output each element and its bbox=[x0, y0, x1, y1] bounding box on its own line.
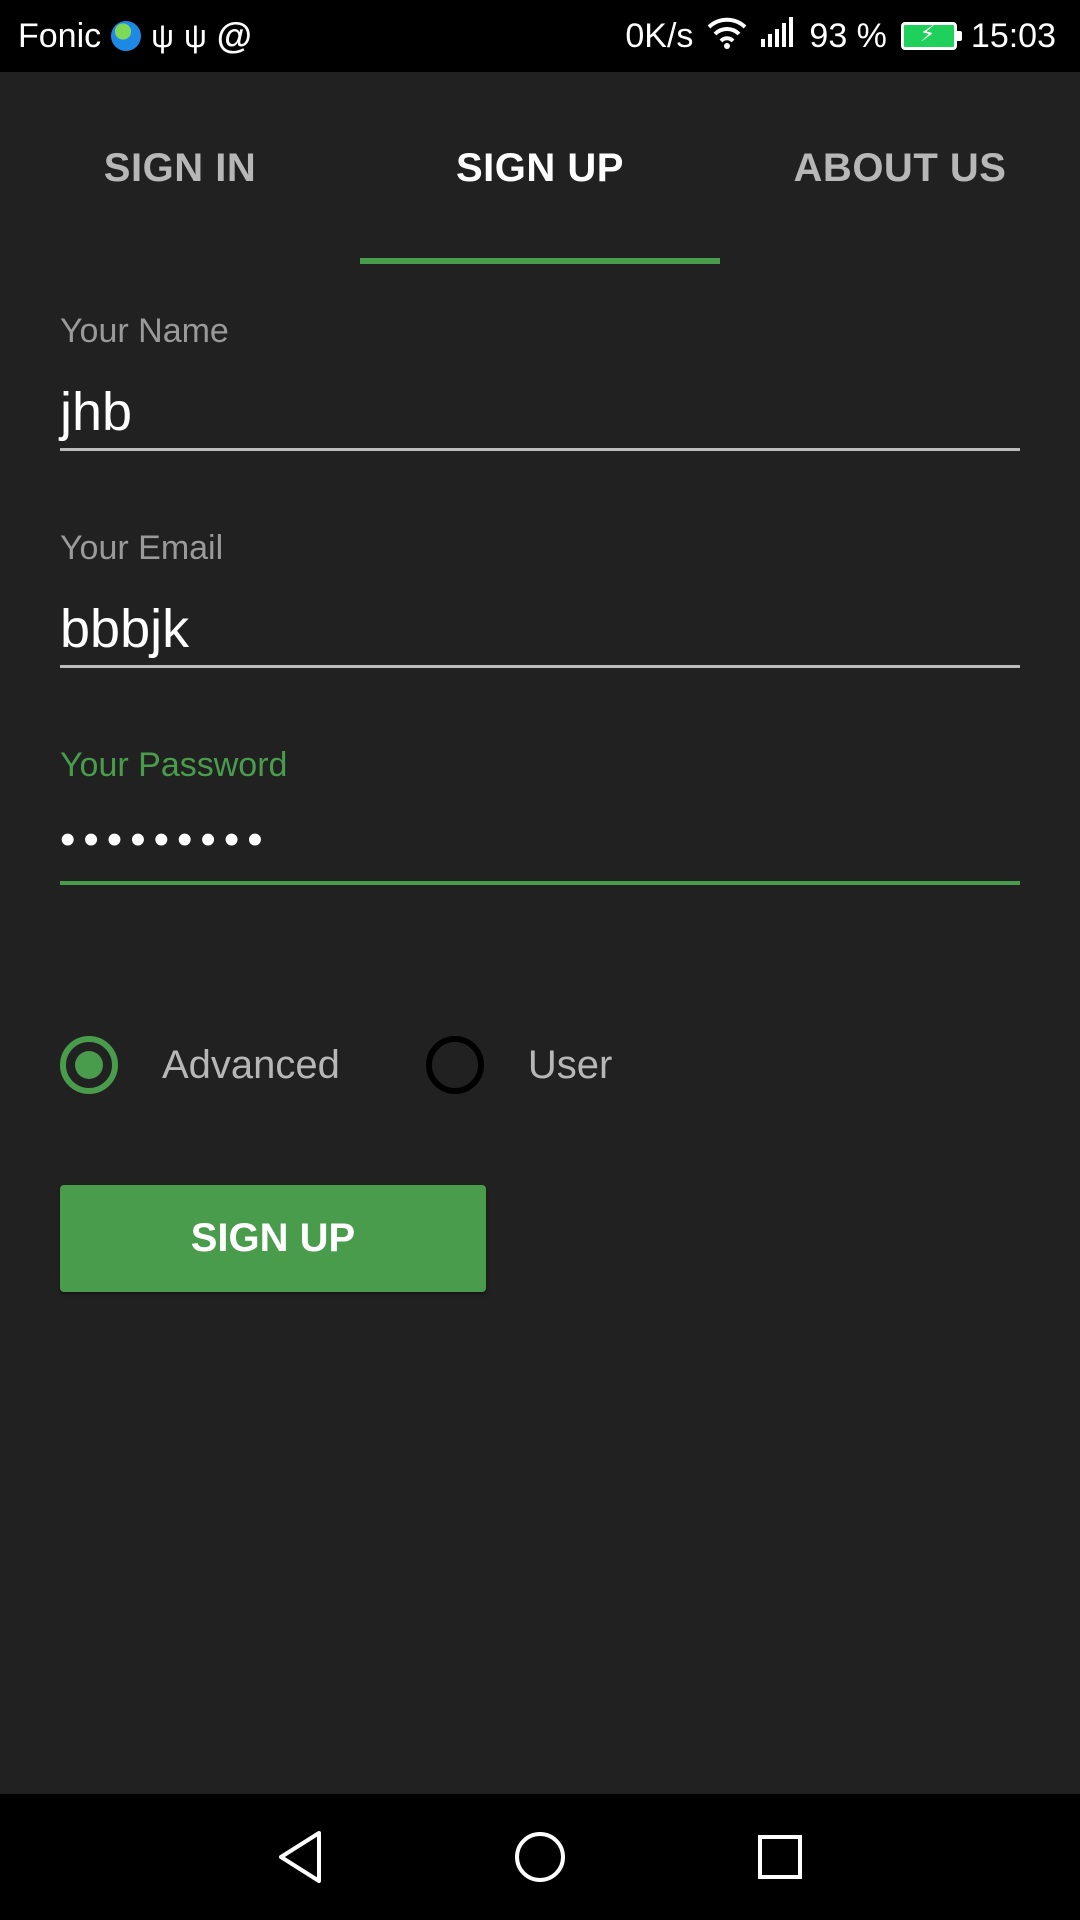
radio-label-user[interactable]: User bbox=[528, 1043, 612, 1088]
status-bar: Fonic ψ ψ @ 0K/s 93 % ⚡ 15:03 bbox=[0, 0, 1080, 72]
radio-checked-icon[interactable] bbox=[60, 1036, 118, 1094]
email-input[interactable]: bbbjk bbox=[60, 568, 1020, 668]
radio-user[interactable]: User bbox=[425, 1036, 612, 1094]
carrier-name: Fonic bbox=[18, 16, 102, 55]
signal-icon bbox=[761, 16, 795, 56]
role-radio-group: Advanced User bbox=[60, 1030, 612, 1100]
name-field: Your Name jhb bbox=[60, 312, 1020, 451]
name-input[interactable]: jhb bbox=[60, 351, 1020, 451]
status-bar-left: Fonic ψ ψ @ bbox=[18, 15, 252, 57]
navigation-bar bbox=[0, 1794, 1080, 1920]
tab-bar: SIGN IN SIGN UP ABOUT US bbox=[0, 72, 1080, 264]
password-label: Your Password bbox=[60, 746, 288, 784]
email-label: Your Email bbox=[60, 529, 224, 567]
radio-unchecked-icon[interactable] bbox=[425, 1036, 484, 1094]
back-icon[interactable] bbox=[270, 1827, 330, 1887]
battery-percent: 93 % bbox=[809, 16, 887, 55]
tab-about-us[interactable]: ABOUT US bbox=[720, 72, 1080, 264]
usb-icon: ψ bbox=[183, 18, 207, 54]
clock: 15:03 bbox=[970, 16, 1056, 55]
screen: Fonic ψ ψ @ 0K/s 93 % ⚡ 15:03 SIGN IN SI… bbox=[0, 0, 1080, 1920]
wifi-icon bbox=[707, 15, 747, 58]
email-field: Your Email bbbjk bbox=[60, 529, 1020, 668]
status-bar-right: 0K/s 93 % ⚡ 15:03 bbox=[625, 15, 1056, 58]
network-speed: 0K/s bbox=[625, 16, 694, 55]
name-label: Your Name bbox=[60, 312, 229, 350]
radio-advanced[interactable]: Advanced bbox=[60, 1036, 340, 1094]
tab-sign-up[interactable]: SIGN UP bbox=[360, 72, 720, 264]
password-field: Your Password ••••••••• bbox=[60, 746, 1020, 885]
battery-charging-icon: ⚡ bbox=[900, 21, 962, 50]
globe-icon bbox=[111, 21, 142, 51]
tab-sign-in[interactable]: SIGN IN bbox=[0, 72, 360, 264]
tab-label: ABOUT US bbox=[793, 145, 1007, 190]
usb-icon: ψ bbox=[151, 18, 174, 54]
radio-label-advanced[interactable]: Advanced bbox=[162, 1043, 340, 1088]
tab-label: SIGN UP bbox=[456, 145, 624, 190]
password-input[interactable]: ••••••••• bbox=[60, 785, 1020, 885]
recents-icon[interactable] bbox=[750, 1827, 810, 1887]
tab-label: SIGN IN bbox=[103, 145, 257, 190]
at-icon: @ bbox=[216, 15, 252, 56]
home-icon[interactable] bbox=[510, 1827, 570, 1887]
sign-up-button[interactable]: SIGN UP bbox=[60, 1185, 486, 1292]
